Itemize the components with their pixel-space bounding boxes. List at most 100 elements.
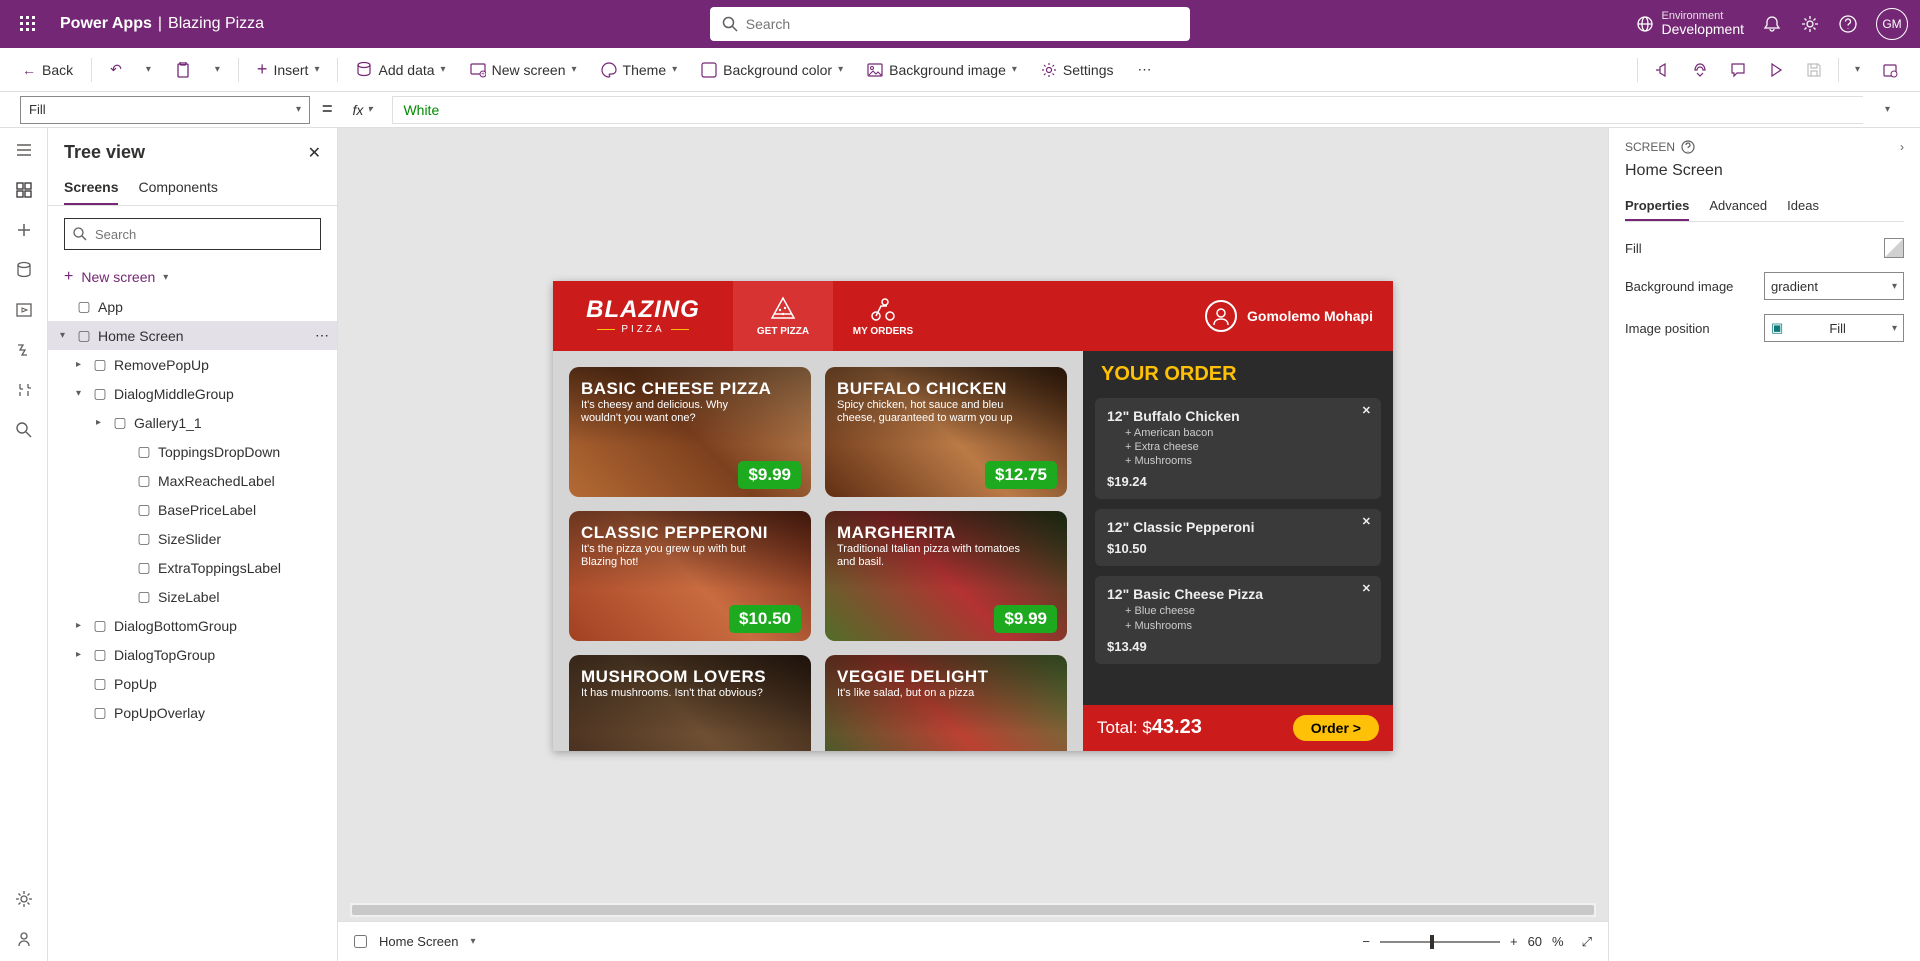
- notifications-icon[interactable]: [1762, 14, 1782, 34]
- fx-button[interactable]: fx▾: [345, 102, 381, 118]
- horizontal-scrollbar[interactable]: [350, 903, 1596, 917]
- tab-my-orders[interactable]: MY ORDERS: [833, 281, 933, 351]
- new-screen-button[interactable]: +New screen▾: [460, 56, 587, 84]
- tree-item[interactable]: ▾▢Home Screen⋯: [48, 321, 337, 350]
- zoom-in[interactable]: +: [1510, 934, 1518, 949]
- fit-icon[interactable]: ⤢: [1582, 934, 1592, 950]
- zoom-out[interactable]: −: [1362, 934, 1370, 949]
- undo-chevron[interactable]: ▾: [136, 58, 161, 81]
- share-button[interactable]: [1644, 56, 1680, 84]
- property-select[interactable]: gradient▾: [1764, 272, 1904, 300]
- pizza-card[interactable]: CLASSIC PEPPERONIIt's the pizza you grew…: [569, 511, 811, 641]
- theme-button[interactable]: Theme▾: [591, 56, 688, 84]
- left-rail: [0, 128, 48, 961]
- media-icon[interactable]: [14, 300, 34, 320]
- tree-item[interactable]: ▢BasePriceLabel⋯: [48, 495, 337, 524]
- tree-item[interactable]: ▸▢Gallery1_1⋯: [48, 408, 337, 437]
- app-header: BLAZING PIZZA GET PIZZA MY ORDERS Gomole…: [553, 281, 1393, 351]
- pizza-card[interactable]: BASIC CHEESE PIZZAIt's cheesy and delici…: [569, 367, 811, 497]
- order-item: ✕12" Classic Pepperoni$10.50: [1095, 509, 1381, 566]
- search-rail-icon[interactable]: [14, 420, 34, 440]
- back-button[interactable]: ←Back: [12, 56, 83, 84]
- data-icon: [356, 62, 372, 78]
- bg-color-button[interactable]: Background color▾: [691, 56, 853, 84]
- tree-item[interactable]: ▢SizeSlider⋯: [48, 524, 337, 553]
- fill-swatch[interactable]: [1884, 238, 1904, 258]
- property-selector[interactable]: Fill▾: [20, 96, 310, 124]
- order-button[interactable]: Order >: [1293, 715, 1379, 741]
- tree-item[interactable]: ▾▢DialogMiddleGroup⋯: [48, 379, 337, 408]
- tree-search-input[interactable]: [95, 227, 312, 242]
- tools-icon[interactable]: [14, 380, 34, 400]
- remove-icon[interactable]: ✕: [1362, 404, 1371, 417]
- tab-get-pizza[interactable]: GET PIZZA: [733, 281, 833, 351]
- settings-button[interactable]: Settings: [1031, 56, 1124, 84]
- pizza-card[interactable]: MUSHROOM LOVERSIt has mushrooms. Isn't t…: [569, 655, 811, 751]
- footer-screen-name[interactable]: Home Screen: [379, 934, 458, 949]
- tree-item[interactable]: ▢App⋯: [48, 292, 337, 321]
- tree-search[interactable]: [64, 218, 321, 250]
- close-icon[interactable]: ✕: [308, 143, 321, 163]
- tree-view-panel: Tree view ✕ Screens Components +New scre…: [48, 128, 338, 961]
- paste-button[interactable]: [165, 56, 201, 84]
- tree-item[interactable]: ▸▢DialogTopGroup⋯: [48, 640, 337, 669]
- pizza-icon: [768, 294, 798, 324]
- pizza-card[interactable]: MARGHERITATraditional Italian pizza with…: [825, 511, 1067, 641]
- command-ribbon: ←Back ↶ ▾ ▾ +Insert▾ Add data▾ +New scre…: [0, 48, 1920, 92]
- remove-icon[interactable]: ✕: [1362, 582, 1371, 595]
- tree-item[interactable]: ▢PopUp⋯: [48, 669, 337, 698]
- formula-input[interactable]: White: [392, 96, 1863, 124]
- paste-chevron[interactable]: ▾: [205, 58, 230, 81]
- info-icon[interactable]: [1681, 140, 1695, 154]
- tree-view-icon[interactable]: [14, 180, 34, 200]
- tree-item[interactable]: ▢PopUpOverlay⋯: [48, 698, 337, 727]
- tree-item[interactable]: ▢MaxReachedLabel⋯: [48, 466, 337, 495]
- virtual-agent-icon[interactable]: [14, 929, 34, 949]
- tab-components[interactable]: Components: [138, 171, 217, 205]
- global-search[interactable]: [710, 7, 1190, 41]
- publish-chevron[interactable]: ▾: [1845, 58, 1870, 81]
- pizza-card[interactable]: BUFFALO CHICKENSpicy chicken, hot sauce …: [825, 367, 1067, 497]
- chevron-right-icon[interactable]: ›: [1900, 140, 1904, 154]
- waffle-icon[interactable]: [12, 8, 44, 40]
- save-button[interactable]: [1796, 56, 1832, 84]
- bg-image-button[interactable]: Background image▾: [857, 56, 1027, 84]
- data-icon[interactable]: [14, 260, 34, 280]
- settings-rail-icon[interactable]: [14, 889, 34, 909]
- new-screen-link[interactable]: +New screen▾: [48, 262, 337, 292]
- screen-checkbox[interactable]: [354, 935, 367, 948]
- tab-ideas[interactable]: Ideas: [1787, 192, 1819, 221]
- preview-button[interactable]: [1758, 56, 1794, 84]
- tree-item[interactable]: ▢ExtraToppingsLabel⋯: [48, 553, 337, 582]
- add-data-button[interactable]: Add data▾: [346, 56, 455, 84]
- checker-button[interactable]: [1682, 56, 1718, 84]
- more-button[interactable]: ⋯: [1128, 55, 1162, 84]
- tree-item[interactable]: ▸▢RemovePopUp⋯: [48, 350, 337, 379]
- tree-item[interactable]: ▢ToppingsDropDown⋯: [48, 437, 337, 466]
- help-icon[interactable]: [1838, 14, 1858, 34]
- tree-item[interactable]: ▸▢DialogBottomGroup⋯: [48, 611, 337, 640]
- settings-gear-icon[interactable]: [1800, 14, 1820, 34]
- tab-screens[interactable]: Screens: [64, 171, 118, 205]
- undo-button[interactable]: ↶: [100, 55, 132, 84]
- tab-properties[interactable]: Properties: [1625, 192, 1689, 221]
- zoom-slider[interactable]: [1380, 941, 1500, 943]
- remove-icon[interactable]: ✕: [1362, 515, 1371, 528]
- tab-advanced[interactable]: Advanced: [1709, 192, 1767, 221]
- environment-picker[interactable]: EnvironmentDevelopment: [1636, 10, 1745, 37]
- insert-button[interactable]: +Insert▾: [247, 53, 330, 86]
- flows-icon[interactable]: [14, 340, 34, 360]
- formula-expand[interactable]: ▾: [1875, 98, 1900, 121]
- pizza-card[interactable]: VEGGIE DELIGHTIt's like salad, but on a …: [825, 655, 1067, 751]
- hamburger-icon[interactable]: [14, 140, 34, 160]
- search-icon: [722, 16, 738, 32]
- tree-item[interactable]: ▢SizeLabel⋯: [48, 582, 337, 611]
- insert-icon[interactable]: [14, 220, 34, 240]
- comments-button[interactable]: [1720, 56, 1756, 84]
- canvas[interactable]: BLAZING PIZZA GET PIZZA MY ORDERS Gomole…: [553, 281, 1393, 751]
- property-select[interactable]: ▣ Fill▾: [1764, 314, 1904, 342]
- publish-button[interactable]: [1872, 56, 1908, 84]
- search-input[interactable]: [746, 16, 1178, 32]
- user-profile[interactable]: Gomolemo Mohapi: [1205, 281, 1393, 351]
- user-avatar[interactable]: GM: [1876, 8, 1908, 40]
